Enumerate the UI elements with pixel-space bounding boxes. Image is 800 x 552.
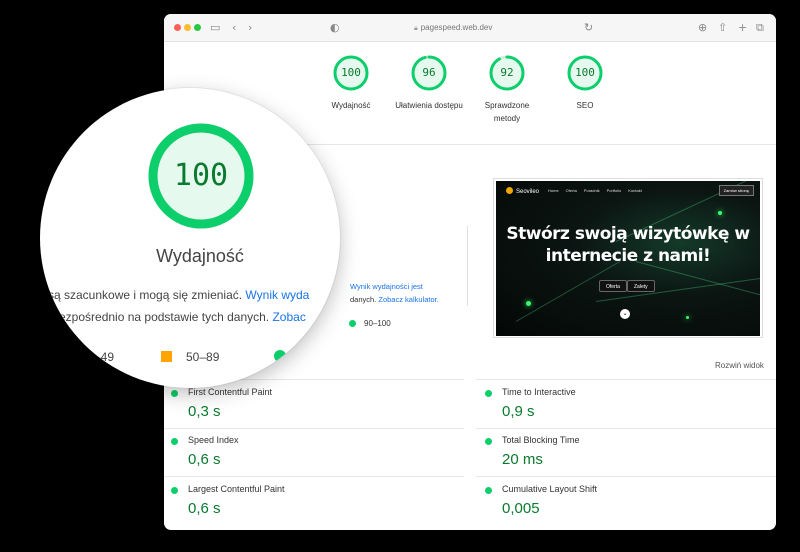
metric-divider — [164, 428, 464, 429]
lock-icon: 🔒︎ — [414, 25, 418, 32]
score-value: 92 — [500, 66, 514, 79]
gauge-ring: 100 — [566, 54, 604, 92]
download-icon[interactable]: ⊕ — [698, 20, 707, 36]
expand-view-link[interactable]: Rozwiń widok — [715, 361, 764, 370]
site-advantages-button: Zalety — [627, 280, 655, 292]
metric-value: 0,6 s — [188, 500, 221, 517]
site-logo-text: Seovileo — [516, 189, 540, 195]
metric-divider — [476, 379, 776, 380]
sidebar-icon[interactable]: ▭ — [210, 20, 220, 36]
score-accessibility[interactable]: 96 Ułatwienia dostępu — [394, 54, 464, 112]
site-cta-button: Zamów stronę — [718, 185, 754, 196]
green-circle-icon — [349, 320, 356, 327]
address-bar[interactable]: 🔒︎ pagespeed.web.dev — [414, 21, 492, 36]
privacy-shield-icon[interactable]: ◐ — [330, 20, 340, 36]
performance-info-text: Wynik wydajności jest danych. Zobacz kal… — [350, 280, 460, 306]
score-performance[interactable]: 100 Wydajność — [316, 54, 386, 112]
gauge-ring: 92 — [488, 54, 526, 92]
metric-divider — [476, 476, 776, 477]
site-nav-item: Kontakt — [628, 188, 642, 193]
score-info-link[interactable]: Wynik wyda — [245, 288, 309, 302]
site-offer-button: Oferta — [599, 280, 627, 292]
magnifier-lens: 100 Wydajność są szacunkowe i mogą się z… — [40, 88, 340, 388]
legend-pass — [274, 350, 286, 364]
legend-fail: –49 — [94, 350, 115, 364]
orange-square-icon — [161, 351, 172, 362]
browser-toolbar: ▭ ‹ › ◐ 🔒︎ pagespeed.web.dev ↻ ⊕ ⇧ + ⧉ — [164, 14, 776, 42]
site-nav-item: Poradnik — [583, 188, 600, 193]
metric-name: Time to Interactive — [502, 387, 576, 397]
big-info-text: są szacunkowe i mogą się zmieniać. Wynik… — [48, 284, 340, 328]
new-tab-icon[interactable]: + — [738, 20, 747, 36]
pass-circle-icon — [171, 390, 178, 397]
metric-divider — [164, 476, 464, 477]
legend-average: 50–89 — [161, 350, 219, 364]
pass-circle-icon — [171, 487, 178, 494]
metric-name: First Contentful Paint — [188, 387, 273, 397]
metric-name: Largest Contentful Paint — [188, 484, 285, 494]
score-seo[interactable]: 100 SEO — [550, 54, 620, 112]
big-score-value: 100 — [173, 158, 229, 193]
pass-circle-icon — [171, 438, 178, 445]
site-nav-item: Oferta — [565, 188, 577, 193]
score-label: Sprawdzone metody — [484, 101, 530, 123]
metric-value: 0,005 — [502, 500, 540, 517]
site-nav-item: Portfolio — [606, 188, 622, 193]
info-text: danych. — [350, 295, 379, 304]
pass-circle-icon — [485, 438, 492, 445]
zoom-window-button[interactable] — [194, 24, 201, 31]
tab-overview-icon[interactable]: ⧉ — [756, 20, 764, 36]
calculator-link[interactable]: Zobacz kalkulator. — [378, 295, 438, 304]
legend-average-label: 50–89 — [186, 350, 220, 364]
score-info-link[interactable]: Wynik wydajności jest — [350, 282, 423, 291]
forward-arrow-icon[interactable]: › — [248, 20, 252, 36]
close-window-button[interactable] — [174, 24, 181, 31]
decor-glow — [526, 301, 531, 306]
green-circle-icon — [274, 350, 286, 362]
metric-name: Speed Index — [188, 435, 239, 445]
big-performance-gauge: 100 — [146, 121, 256, 231]
scroll-down-icon: ⌄ — [620, 309, 630, 319]
score-best-practices[interactable]: 92 Sprawdzone metody — [472, 54, 542, 125]
score-label: SEO — [576, 101, 594, 110]
score-value: 96 — [422, 66, 436, 79]
pass-circle-icon — [485, 487, 492, 494]
calculator-link[interactable]: Zobac — [272, 310, 305, 324]
score-label: Wydajność — [331, 101, 371, 110]
info-line: ezpośrednio na podstawie tych danych. — [59, 310, 273, 324]
back-arrow-icon[interactable]: ‹ — [232, 20, 236, 36]
score-value: 100 — [575, 66, 595, 79]
site-headline: Stwórz swoją wizytówkę w internecie z na… — [506, 224, 750, 266]
minimize-window-button[interactable] — [184, 24, 191, 31]
metric-value: 0,9 s — [502, 403, 535, 420]
site-nav-item: Home — [548, 188, 559, 193]
decor-glow — [718, 211, 722, 215]
metric-value: 0,3 s — [188, 403, 221, 420]
info-line: są szacunkowe i mogą się zmieniać. — [48, 288, 246, 302]
url-text: pagespeed.web.dev — [420, 23, 493, 32]
pass-circle-icon — [485, 390, 492, 397]
page-screenshot-preview[interactable]: Seovileo Home Oferta Poradnik Portfolio Kont… — [493, 178, 763, 338]
reload-icon[interactable]: ↻ — [584, 20, 593, 36]
metric-divider — [476, 428, 776, 429]
logo-mark-icon — [506, 187, 513, 194]
website-screenshot: Seovileo Home Oferta Poradnik Portfolio Kont… — [496, 181, 760, 336]
share-icon[interactable]: ⇧ — [718, 20, 727, 36]
legend-good: 90–100 — [349, 319, 391, 328]
gauge-ring: 100 — [332, 54, 370, 92]
site-logo: Seovileo — [506, 187, 539, 195]
gauge-ring: 96 — [410, 54, 448, 92]
metric-value: 20 ms — [502, 451, 543, 468]
metric-name: Cumulative Layout Shift — [502, 484, 598, 494]
metric-value: 0,6 s — [188, 451, 221, 468]
column-divider — [467, 226, 468, 306]
decor-glow — [686, 316, 689, 319]
site-nav: Home Oferta Poradnik Portfolio Kontakt — [548, 188, 649, 193]
score-value: 100 — [341, 66, 361, 79]
big-score-title: Wydajność — [156, 246, 244, 266]
score-label: Ułatwienia dostępu — [395, 101, 463, 110]
metric-name: Total Blocking Time — [502, 435, 580, 445]
legend-good-label: 90–100 — [364, 319, 391, 328]
